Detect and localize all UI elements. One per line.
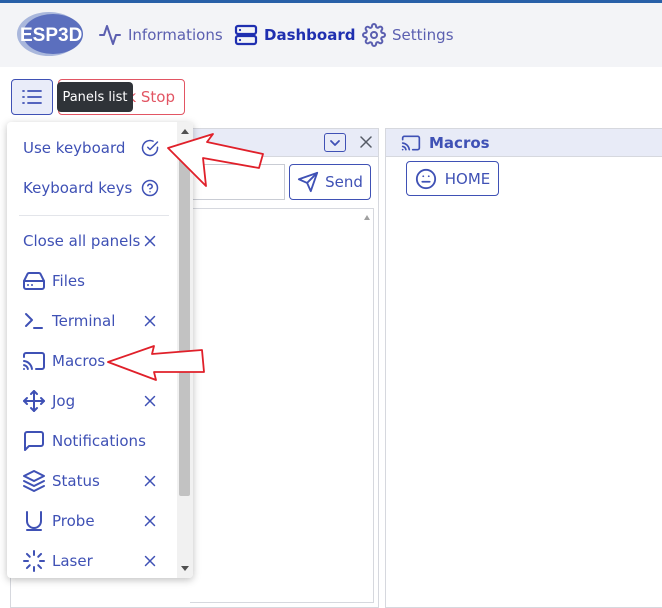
- menu-item-jog[interactable]: Jog: [7, 381, 175, 421]
- esp3d-logo[interactable]: ESP3D: [15, 10, 87, 58]
- move-icon: [23, 390, 45, 412]
- menu-item-label: Probe: [52, 512, 95, 530]
- message-square-icon: [24, 431, 44, 451]
- panels-list-tooltip: Panels list: [57, 82, 133, 112]
- logo-text: ESP3D: [20, 25, 82, 46]
- close-icon: [360, 136, 372, 148]
- navbar: ESP3D Informations Dashboard Settings: [0, 3, 662, 67]
- list-icon: [22, 90, 42, 104]
- terminal-output[interactable]: [190, 208, 374, 603]
- annotation-arrow-icon: [107, 345, 205, 381]
- menu-item-label: Terminal: [52, 312, 116, 330]
- menu-item-keyboard-keys[interactable]: Keyboard keys: [7, 168, 175, 208]
- send-label: Send: [325, 173, 363, 191]
- cast-icon: [401, 135, 421, 150]
- menu-item-close-all-panels[interactable]: Close all panels: [7, 221, 175, 261]
- scroll-down-arrow-icon[interactable]: [180, 565, 190, 573]
- menu-item-terminal[interactable]: Terminal: [7, 301, 175, 341]
- menu-item-label: Laser: [52, 552, 93, 570]
- close-icon: [144, 235, 156, 247]
- menu-item-label: Use keyboard: [23, 139, 126, 157]
- loader-icon: [23, 550, 45, 572]
- menu-item-label: Macros: [52, 352, 106, 370]
- close-icon[interactable]: [141, 512, 159, 530]
- cast-icon: [23, 352, 45, 370]
- menu-item-use-keyboard[interactable]: Use keyboard: [7, 128, 175, 168]
- menu-item-label: Close all panels: [23, 232, 141, 250]
- menu-item-label: Jog: [52, 392, 76, 410]
- check-circle-icon: [141, 139, 159, 157]
- terminal-send-button[interactable]: Send: [289, 164, 371, 200]
- close-icon[interactable]: [141, 392, 159, 410]
- panels-list-button[interactable]: [11, 79, 53, 115]
- hard-drive-icon: [23, 272, 45, 290]
- menu-item-label: Files: [52, 272, 85, 290]
- terminal-icon: [25, 313, 43, 329]
- macro-home-button[interactable]: HOME: [406, 161, 499, 196]
- nav-dashboard[interactable]: Dashboard: [234, 22, 355, 48]
- layers-icon: [23, 470, 45, 492]
- menu-item-notifications[interactable]: Notifications: [7, 421, 175, 461]
- dashboard-icon: [234, 24, 258, 46]
- chevron-down-icon: [330, 139, 340, 146]
- menu-divider: [19, 215, 169, 216]
- terminal-scrollbar[interactable]: [362, 210, 372, 603]
- menu-item-probe[interactable]: Probe: [7, 501, 175, 541]
- magnet-icon: [26, 511, 42, 531]
- nav-informations[interactable]: Informations: [98, 22, 223, 48]
- close-icon[interactable]: [141, 472, 159, 490]
- menu-item-label: Status: [52, 472, 100, 490]
- send-icon: [298, 171, 319, 193]
- menu-item-laser[interactable]: Laser: [7, 541, 175, 578]
- macros-panel-header: Macros: [386, 129, 662, 157]
- nav-dashboard-label: Dashboard: [264, 26, 356, 44]
- help-circle-icon: [141, 179, 159, 197]
- macros-panel-title: Macros: [429, 133, 490, 152]
- terminal-panel-close-button[interactable]: [358, 133, 374, 151]
- close-icon[interactable]: [141, 312, 159, 330]
- smile-icon: [415, 168, 436, 189]
- nav-settings-label: Settings: [392, 26, 454, 44]
- terminal-panel-collapse-button[interactable]: [324, 133, 346, 152]
- gear-icon: [362, 23, 386, 47]
- annotation-arrow-icon: [167, 133, 264, 187]
- nav-settings[interactable]: Settings: [362, 22, 454, 48]
- macros-panel: Macros: [385, 128, 662, 608]
- menu-item-label: Notifications: [52, 432, 146, 450]
- activity-icon: [99, 25, 121, 45]
- macro-home-label: HOME: [444, 169, 491, 188]
- menu-item-files[interactable]: Files: [7, 261, 175, 301]
- menu-item-label: Keyboard keys: [23, 179, 133, 197]
- nav-informations-label: Informations: [128, 26, 223, 44]
- menu-item-status[interactable]: Status: [7, 461, 175, 501]
- menu-scrollbar-thumb[interactable]: [179, 144, 190, 496]
- close-icon[interactable]: [141, 552, 159, 570]
